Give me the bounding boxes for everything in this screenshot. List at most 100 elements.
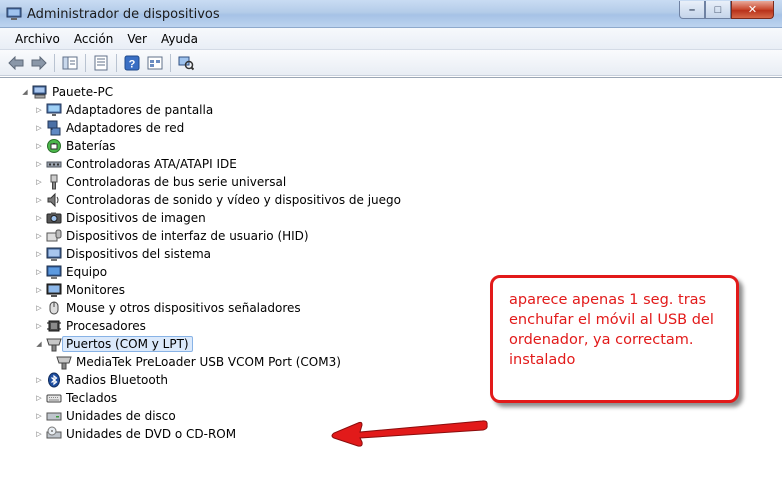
tree-item-display-adapters[interactable]: ▷ Adaptadores de pantalla: [34, 101, 213, 119]
tree-item-label: MediaTek PreLoader USB VCOM Port (COM3): [76, 355, 341, 369]
back-arrow-icon[interactable]: [6, 53, 26, 73]
tree-item-usb-controllers[interactable]: ▷ Controladoras de bus serie universal: [34, 173, 286, 191]
tree-item-label: Controladoras ATA/ATAPI IDE: [66, 157, 237, 171]
tree-item-keyboards[interactable]: ▷ Teclados: [34, 389, 117, 407]
show-hide-tree-icon[interactable]: [60, 53, 80, 73]
expand-arrow-icon[interactable]: ▷: [34, 177, 44, 187]
tree-item-label: Unidades de DVD o CD-ROM: [66, 427, 237, 441]
tree-item-mediatek-port[interactable]: MediaTek PreLoader USB VCOM Port (COM3): [56, 353, 341, 371]
usb-icon: [46, 174, 62, 190]
tree-item-label: Adaptadores de red: [66, 121, 185, 135]
port-icon: [56, 354, 72, 370]
annotation-arrow-icon: [331, 420, 488, 447]
toolbar: ?: [0, 50, 782, 76]
collapse-arrow-icon[interactable]: ◢: [20, 87, 30, 97]
toolbar-separator: [170, 53, 171, 72]
tree-item-ports[interactable]: ◢ Puertos (COM y LPT): [34, 335, 193, 353]
tree-item-network-adapters[interactable]: ▷ Adaptadores de red: [34, 119, 184, 137]
maximize-button[interactable]: □: [705, 1, 731, 19]
expand-arrow-icon[interactable]: ▷: [34, 231, 44, 241]
tree-item-system-devices[interactable]: ▷ Dispositivos del sistema: [34, 245, 211, 263]
ide-controller-icon: [46, 156, 62, 172]
expand-arrow-icon[interactable]: ▷: [34, 321, 44, 331]
tree-item-ata-controllers[interactable]: ▷ Controladoras ATA/ATAPI IDE: [34, 155, 237, 173]
tree-item-monitors[interactable]: ▷ Monitores: [34, 281, 125, 299]
tree-item-label: Dispositivos de interfaz de usuario (HID…: [66, 229, 309, 243]
keyboard-icon: [46, 390, 62, 406]
tree-root[interactable]: ◢ Pauete-PC: [20, 83, 113, 101]
expand-arrow-icon[interactable]: ▷: [34, 195, 44, 205]
device-tree: ◢ Pauete-PC ▷ Adaptadores de pantalla ▷ …: [0, 77, 782, 498]
expand-arrow-icon[interactable]: ▷: [34, 393, 44, 403]
tree-item-label: Dispositivos de imagen: [66, 211, 206, 225]
system-device-icon: [46, 246, 62, 262]
expand-arrow-icon[interactable]: ▷: [34, 123, 44, 133]
expand-arrow-icon[interactable]: ▷: [34, 105, 44, 115]
battery-icon: [46, 138, 62, 154]
expand-arrow-icon[interactable]: ▷: [34, 141, 44, 151]
menu-bar: Archivo Acción Ver Ayuda: [0, 28, 782, 50]
expand-arrow-icon[interactable]: ▷: [34, 159, 44, 169]
tree-item-label: Teclados: [66, 391, 118, 405]
expand-arrow-icon[interactable]: ▷: [34, 267, 44, 277]
tree-item-imaging-devices[interactable]: ▷ Dispositivos de imagen: [34, 209, 206, 227]
expand-arrow-icon[interactable]: ▷: [34, 249, 44, 259]
expand-arrow-icon[interactable]: ▷: [34, 285, 44, 295]
tree-item-processors[interactable]: ▷ Procesadores: [34, 317, 146, 335]
tree-item-label: Controladoras de sonido y vídeo y dispos…: [66, 193, 401, 207]
annotation-callout: aparece apenas 1 seg. tras enchufar el m…: [490, 275, 739, 403]
expand-arrow-icon[interactable]: ▷: [34, 213, 44, 223]
tree-item-label: Mouse y otros dispositivos señaladores: [66, 301, 301, 315]
port-icon: [46, 336, 62, 352]
expand-arrow-icon[interactable]: ▷: [34, 429, 44, 439]
tree-item-dvd-drives[interactable]: ▷ Unidades de DVD o CD-ROM: [34, 425, 236, 443]
display-adapter-icon: [46, 102, 62, 118]
tree-item-bluetooth[interactable]: ▷ Radios Bluetooth: [34, 371, 168, 389]
expand-arrow-icon[interactable]: ▷: [34, 411, 44, 421]
menu-ayuda[interactable]: Ayuda: [154, 32, 205, 46]
tree-item-sound-controllers[interactable]: ▷ Controladoras de sonido y vídeo y disp…: [34, 191, 401, 209]
toolbar-separator: [116, 53, 117, 72]
processor-icon: [46, 318, 62, 334]
tree-item-label: Monitores: [66, 283, 125, 297]
speaker-icon: [46, 192, 62, 208]
tree-item-mouse-devices[interactable]: ▷ Mouse y otros dispositivos señaladores: [34, 299, 301, 317]
view-icon[interactable]: [145, 53, 165, 73]
hid-icon: [46, 228, 62, 244]
dvd-drive-icon: [46, 426, 62, 442]
menu-accion[interactable]: Acción: [67, 32, 120, 46]
window-title: Administrador de dispositivos: [27, 7, 220, 22]
disk-drive-icon: [46, 408, 62, 424]
toolbar-separator: [85, 53, 86, 72]
bluetooth-icon: [46, 372, 62, 388]
tree-item-disk-drives[interactable]: ▷ Unidades de disco: [34, 407, 176, 425]
device-manager-icon: [6, 6, 22, 22]
minimize-button[interactable]: –: [679, 1, 705, 19]
close-button[interactable]: ✕: [731, 1, 774, 19]
collapse-arrow-icon[interactable]: ◢: [34, 339, 44, 349]
computer-icon: [32, 84, 48, 100]
tree-item-label: Equipo: [66, 265, 108, 279]
network-adapter-icon: [46, 120, 62, 136]
properties-icon[interactable]: [91, 53, 111, 73]
tree-item-label: Puertos (COM y LPT): [62, 336, 193, 352]
tree-item-batteries[interactable]: ▷ Baterías: [34, 137, 116, 155]
svg-text:?: ?: [129, 58, 136, 70]
tree-item-label: Unidades de disco: [66, 409, 176, 423]
expand-arrow-icon[interactable]: ▷: [34, 375, 44, 385]
expand-arrow-icon[interactable]: ▷: [34, 303, 44, 313]
tree-item-label: Radios Bluetooth: [66, 373, 169, 387]
tree-item-label: Baterías: [66, 139, 116, 153]
camera-icon: [46, 210, 62, 226]
monitor-icon: [46, 282, 62, 298]
title-bar[interactable]: Administrador de dispositivos – □ ✕: [0, 0, 782, 28]
menu-ver[interactable]: Ver: [120, 32, 154, 46]
mouse-icon: [46, 300, 62, 316]
help-icon[interactable]: ?: [122, 53, 142, 73]
tree-item-label: Dispositivos del sistema: [66, 247, 212, 261]
tree-item-hid-devices[interactable]: ▷ Dispositivos de interfaz de usuario (H…: [34, 227, 309, 245]
scan-hardware-icon[interactable]: [176, 53, 196, 73]
forward-arrow-icon[interactable]: [29, 53, 49, 73]
menu-archivo[interactable]: Archivo: [8, 32, 67, 46]
tree-item-computer[interactable]: ▷ Equipo: [34, 263, 107, 281]
